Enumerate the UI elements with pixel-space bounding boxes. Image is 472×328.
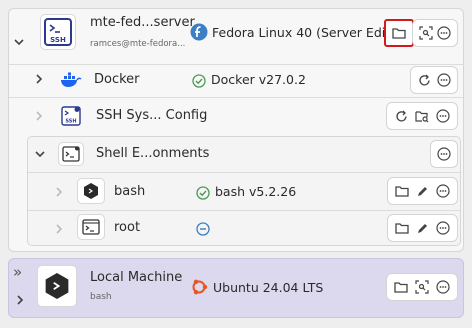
more-options-icon[interactable]: [434, 107, 452, 125]
folder-icon: [390, 24, 408, 42]
chevron-right-icon[interactable]: [54, 223, 64, 237]
local-machine-shell: bash: [90, 292, 112, 302]
chevron-down-icon[interactable]: [35, 148, 45, 162]
shell-environments-actions: [430, 140, 458, 168]
server-actions: [412, 19, 458, 47]
ssh-config-name: SSH Sys... Config: [96, 108, 208, 123]
local-machine-actions: [386, 273, 458, 301]
docker-name: Docker: [94, 72, 140, 87]
bash-name: bash: [114, 184, 146, 199]
chevron-right-icon[interactable]: [34, 73, 44, 87]
ubuntu-logo-icon: [190, 278, 208, 296]
check-circle-icon: [190, 72, 208, 90]
chevron-right-icon[interactable]: [54, 186, 64, 200]
server-name: mte-fed...server: [90, 15, 195, 30]
bash-status: bash v5.2.26: [215, 184, 297, 199]
bash-actions: [387, 177, 458, 205]
more-options-icon[interactable]: [434, 219, 452, 237]
shell-environments-icon: [58, 142, 84, 166]
more-options-icon[interactable]: [435, 71, 453, 89]
shell-environments-name: Shell E...onments: [96, 146, 210, 161]
svg-text:SSH: SSH: [50, 36, 66, 44]
edit-pencil-icon[interactable]: [413, 182, 431, 200]
more-options-icon[interactable]: [435, 145, 453, 163]
root-name: root: [114, 220, 141, 235]
open-files-button[interactable]: [384, 19, 414, 47]
folder-icon[interactable]: [392, 278, 410, 296]
more-options-icon[interactable]: [435, 24, 453, 42]
more-options-icon[interactable]: [434, 182, 452, 200]
screen-search-icon[interactable]: [417, 24, 435, 42]
root-actions: [387, 214, 458, 242]
screen-search-icon[interactable]: [413, 278, 431, 296]
server-os-name: Fedora Linux 40 (Server Edit...: [212, 25, 403, 40]
local-machine-name: Local Machine: [90, 270, 183, 285]
docker-status: Docker v27.0.2: [211, 72, 306, 87]
terminal-icon: [77, 214, 105, 240]
minus-circle-icon: [194, 220, 212, 238]
folder-icon[interactable]: [393, 182, 411, 200]
chevron-right-icon[interactable]: [34, 110, 44, 124]
svg-text:SSH: SSH: [65, 119, 76, 125]
ssh-config-actions: [386, 102, 458, 130]
fedora-logo-icon: [190, 23, 208, 41]
edit-pencil-icon[interactable]: [413, 219, 431, 237]
refresh-icon[interactable]: [392, 107, 410, 125]
folder-icon[interactable]: [393, 219, 411, 237]
local-machine-os: Ubuntu 24.04 LTS: [213, 280, 324, 295]
docker-whale-icon: [60, 71, 82, 89]
chevron-down-icon[interactable]: [14, 36, 24, 50]
ssh-icon: SSH: [40, 14, 76, 50]
bash-shell-icon: [37, 265, 77, 307]
server-user: ramces@mte-fedora...: [90, 39, 186, 49]
expand-sidebar-button[interactable]: »: [13, 263, 22, 281]
check-circle-icon: [194, 184, 212, 202]
refresh-icon[interactable]: [416, 71, 434, 89]
bash-shell-icon: [77, 178, 105, 204]
shell-environments-row[interactable]: [28, 137, 460, 171]
more-options-icon[interactable]: [434, 278, 452, 296]
docker-actions: [410, 66, 458, 94]
folder-search-icon[interactable]: [413, 107, 431, 125]
ssh-config-icon: SSH: [61, 106, 81, 126]
chevron-right-icon[interactable]: [15, 294, 25, 308]
